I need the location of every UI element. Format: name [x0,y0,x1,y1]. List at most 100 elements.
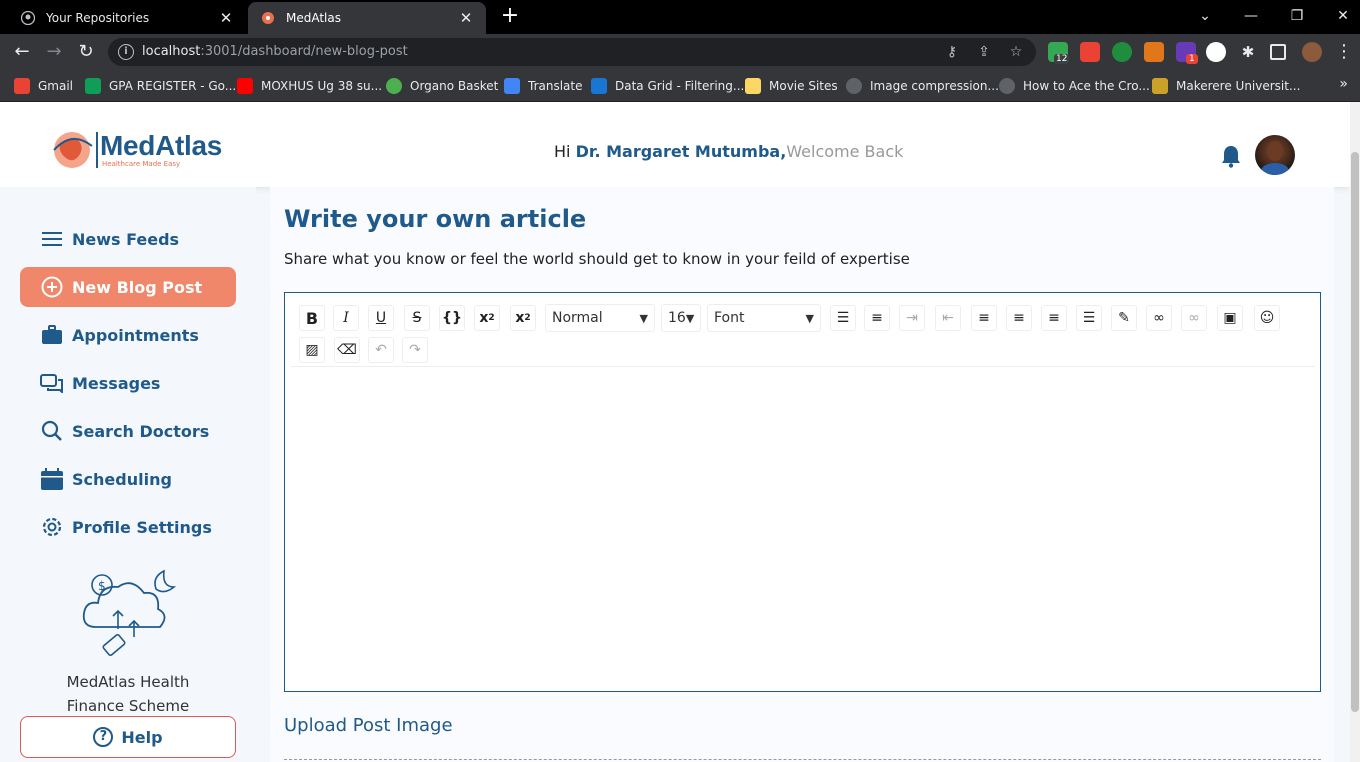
help-question-icon: ? [93,727,114,747]
font-family-select[interactable]: Font ▼ [707,304,821,332]
font-size-select[interactable]: 16 ▼ [661,304,701,332]
address-bar-row: ← → ↻ i localhost:3001/dashboard/new-blo… [0,34,1360,70]
sidebar-item-new-blog-post[interactable]: New Blog Post [20,267,236,307]
metamask-icon[interactable] [1144,42,1164,62]
code-block-icon[interactable]: {} [439,305,465,331]
extension-icon[interactable] [1080,42,1100,62]
help-button[interactable]: ? Help [20,716,236,758]
sidebar-item-label: News Feeds [72,229,180,249]
eraser-icon[interactable]: ⌫ [334,337,360,363]
extension-icon[interactable] [1206,42,1226,62]
emoji-icon[interactable]: ☺ [1254,305,1280,331]
new-tab-button[interactable]: + [498,5,522,29]
bookmark-translate[interactable]: Translate [504,77,583,95]
main-content: Write your own article Share what you kn… [270,187,1334,762]
close-window-button[interactable]: ✕ [1331,4,1355,28]
page-subtitle: Share what you know or feel the world sh… [284,250,910,268]
bookmark-movie-sites[interactable]: Movie Sites [745,77,838,95]
more-bookmarks-icon[interactable]: » [1339,76,1348,92]
user-name: Dr. Margaret Mutumba, [575,142,787,161]
bookmark-moxhus[interactable]: MOXHUS Ug 38 su... [237,77,382,95]
unlink-icon[interactable]: ∞ [1181,305,1207,331]
tab-your-repositories[interactable]: Your Repositories ✕ [8,2,246,34]
extension-badge: 1 [1186,54,1198,64]
extension-icon[interactable] [1112,42,1132,62]
url-text[interactable]: localhost:3001/dashboard/new-blog-post [142,44,408,59]
app-header: MedAtlas Healthcare Made Easy Hi Dr. Mar… [0,102,1350,187]
user-avatar[interactable] [1255,135,1295,175]
back-button[interactable]: ← [10,40,34,64]
sidebar-item-news-feeds[interactable]: News Feeds [20,219,236,259]
extensions-puzzle-icon[interactable]: ✱ [1238,42,1258,62]
text-color-brush-icon[interactable]: ✎ [1111,305,1137,331]
logo-divider [96,132,98,168]
indent-icon[interactable]: ⇥ [899,305,925,331]
bookmark-gpa-register[interactable]: GPA REGISTER - Go... [85,77,236,95]
block-format-select[interactable]: Normal ▼ [545,304,655,332]
bold-icon[interactable]: B [299,305,325,331]
gear-icon [40,515,64,539]
reload-button[interactable]: ↻ [74,40,98,64]
sheets-icon [85,78,101,94]
redo-icon[interactable]: ↷ [402,337,428,363]
chrome-menu-icon[interactable]: ⋮ [1332,40,1356,64]
upload-post-image-label: Upload Post Image [284,715,453,736]
page-title: Write your own article [284,205,587,233]
image-icon[interactable]: ▨ [299,337,325,363]
site-info-icon[interactable]: i [118,44,134,60]
bookmark-star-icon[interactable]: ☆ [1006,42,1026,62]
editor-toolbar: B I U S {} x2 x2 Normal ▼ 16 ▼ Font ▼ ☰ … [291,297,1315,367]
strikethrough-icon[interactable]: S [404,305,430,331]
tab-close-icon[interactable]: ✕ [458,9,474,27]
key-icon[interactable]: ⚷ [942,42,962,62]
align-justify-icon[interactable]: ☰ [1076,305,1102,331]
bulleted-list-icon[interactable]: ☰ [830,305,856,331]
restore-button[interactable]: ❐ [1285,4,1309,28]
bookmark-how-to-ace[interactable]: How to Ace the Cro... [999,77,1150,95]
align-right-icon[interactable]: ≡ [1041,305,1067,331]
italic-icon[interactable]: I [333,305,359,331]
sidebar-item-scheduling[interactable]: Scheduling [20,459,236,499]
outdent-icon[interactable]: ⇤ [935,305,961,331]
align-left-icon[interactable]: ≡ [971,305,997,331]
youtube-icon [237,78,253,94]
bookmark-gmail[interactable]: Gmail [14,77,73,95]
forward-button[interactable]: → [42,40,66,64]
mui-icon [591,78,607,94]
omnibox[interactable]: i localhost:3001/dashboard/new-blog-post… [108,38,1036,66]
sidebar-item-search-doctors[interactable]: Search Doctors [20,411,236,451]
sidebar-item-appointments[interactable]: Appointments [20,315,236,355]
editor-text-area[interactable] [291,369,1315,687]
cloud-finance-illustration: $ [80,567,177,667]
bookmark-organo-basket[interactable]: Organo Basket [386,77,498,95]
notification-bell-icon[interactable] [1220,144,1242,168]
chevron-down-icon: ▼ [639,311,648,325]
subscript-icon[interactable]: x2 [510,305,536,331]
bookmark-makerere[interactable]: Makerere Universit... [1152,77,1300,95]
align-center-icon[interactable]: ≡ [1006,305,1032,331]
sidebar-item-profile-settings[interactable]: Profile Settings [20,507,236,547]
folder-icon [745,78,761,94]
bookmark-image-compression[interactable]: Image compression... [846,77,999,95]
briefcase-icon [40,323,64,347]
share-icon[interactable]: ⇪ [974,42,994,62]
sidebar-item-label: Appointments [72,325,199,345]
underline-icon[interactable]: U [368,305,394,331]
numbered-list-icon[interactable]: ≡ [864,305,890,331]
tab-medatlas[interactable]: MedAtlas ✕ [248,2,486,34]
link-icon[interactable]: ∞ [1146,305,1172,331]
tab-close-icon[interactable]: ✕ [218,9,234,27]
undo-icon[interactable]: ↶ [368,337,394,363]
profile-avatar[interactable] [1302,42,1322,62]
minimize-button[interactable]: — [1239,4,1263,28]
side-panel-icon[interactable] [1270,44,1286,60]
bookmark-data-grid[interactable]: Data Grid - Filtering... [591,77,744,95]
search-icon [40,419,64,443]
page-scrollbar-thumb[interactable] [1351,152,1359,712]
tab-search-icon[interactable]: ⌄ [1193,4,1217,28]
medatlas-logo[interactable]: MedAtlas Healthcare Made Easy [50,128,240,172]
chevron-down-icon: ▼ [805,311,814,325]
sidebar-item-messages[interactable]: Messages [20,363,236,403]
embed-icon[interactable]: ▣ [1217,305,1243,331]
superscript-icon[interactable]: x2 [474,305,500,331]
